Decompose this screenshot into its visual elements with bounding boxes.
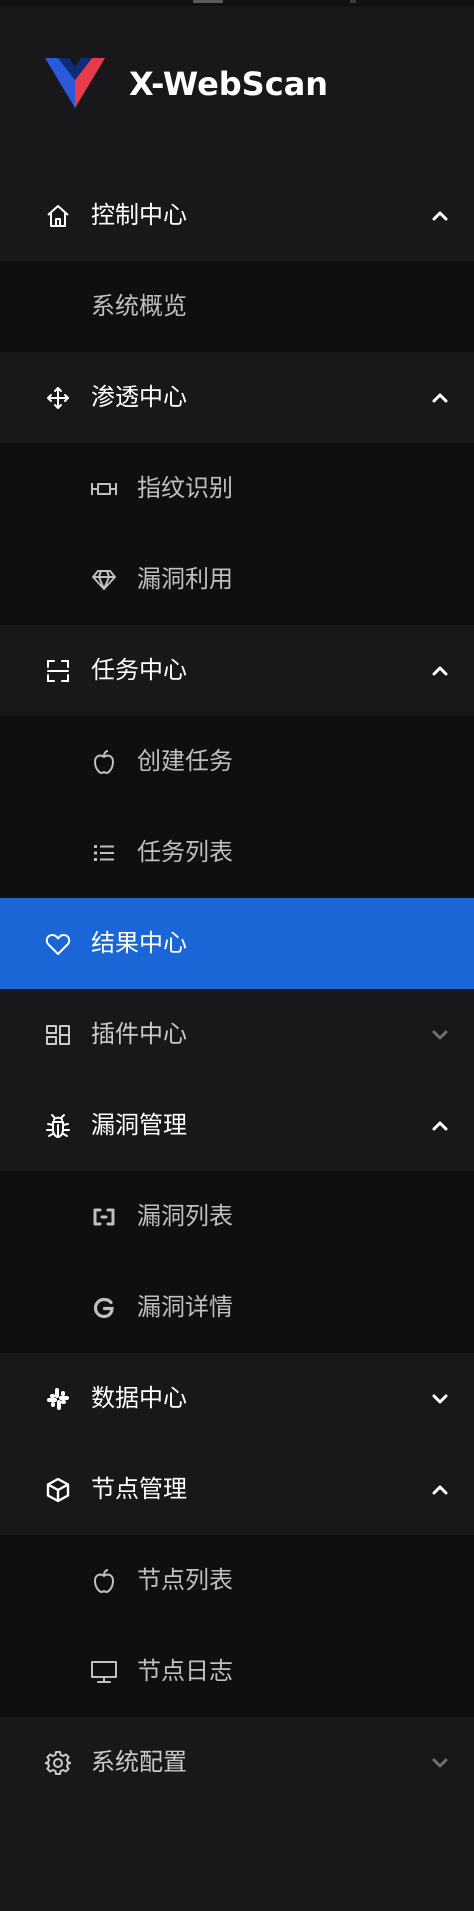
submenu-task-list[interactable]: 任务列表 [0, 807, 474, 898]
menu-data-center[interactable]: 数据中心 [0, 1353, 474, 1444]
chevron-up-icon [432, 211, 448, 221]
submenu-vuln-detail-label: 漏洞详情 [137, 1293, 233, 1321]
brand-name: X-WebScan [129, 65, 329, 103]
submenu-task-list-label: 任务列表 [137, 838, 233, 866]
scan-frame-icon [44, 657, 72, 685]
sidebar: X-WebScan 控制中心 系统概览 渗透中心 指纹识别 漏洞利用 任务中心 … [0, 0, 474, 1911]
home-icon [44, 202, 72, 230]
bug-icon [44, 1112, 72, 1140]
submenu-vuln-exploit-label: 漏洞利用 [137, 565, 233, 593]
submenu-node-list[interactable]: 节点列表 [0, 1535, 474, 1626]
menu-control-center[interactable]: 控制中心 [0, 170, 474, 261]
chevron-up-icon [432, 1485, 448, 1495]
menu-system-config-label: 系统配置 [91, 1748, 187, 1776]
chevron-up-icon [432, 666, 448, 676]
menu-task-center[interactable]: 任务中心 [0, 625, 474, 716]
menu-data-center-label: 数据中心 [91, 1384, 187, 1412]
brand-header[interactable]: X-WebScan [0, 36, 474, 128]
chevron-down-icon [432, 1030, 448, 1040]
list-icon [90, 839, 118, 867]
submenu-system-overview[interactable]: 系统概览 [0, 261, 474, 352]
menu-penetration-center-label: 渗透中心 [91, 383, 187, 411]
slack-icon [44, 1385, 72, 1413]
menu-task-center-label: 任务中心 [91, 656, 187, 684]
submenu-vuln-exploit[interactable]: 漏洞利用 [0, 534, 474, 625]
submenu-node-log-label: 节点日志 [137, 1657, 233, 1685]
move-arrows-icon [44, 384, 72, 412]
menu-node-management[interactable]: 节点管理 [0, 1444, 474, 1535]
submenu-create-task[interactable]: 创建任务 [0, 716, 474, 807]
column-width-icon [90, 475, 118, 503]
submenu-vuln-list-label: 漏洞列表 [137, 1202, 233, 1230]
submenu-fingerprint[interactable]: 指纹识别 [0, 443, 474, 534]
chevron-up-icon [432, 393, 448, 403]
desktop-icon [90, 1658, 118, 1686]
chevron-down-icon [432, 1394, 448, 1404]
submenu-fingerprint-label: 指纹识别 [137, 474, 233, 502]
submenu-create-task-label: 创建任务 [137, 747, 233, 775]
apple-icon [90, 748, 118, 776]
brand-logo-icon [45, 58, 105, 108]
menu-vuln-management[interactable]: 漏洞管理 [0, 1080, 474, 1171]
sidebar-menu: 控制中心 系统概览 渗透中心 指纹识别 漏洞利用 任务中心 创建任务 任务列表 … [0, 170, 474, 1808]
submenu-system-overview-label: 系统概览 [91, 292, 187, 320]
windows-grid-icon [44, 1021, 72, 1049]
menu-plugin-center-label: 插件中心 [91, 1020, 187, 1048]
gear-icon [44, 1749, 72, 1777]
chevron-up-icon [432, 1121, 448, 1131]
heart-icon [44, 930, 72, 958]
menu-plugin-center[interactable]: 插件中心 [0, 989, 474, 1080]
menu-result-center[interactable]: 结果中心 [0, 898, 474, 989]
cube-icon [44, 1476, 72, 1504]
menu-control-center-label: 控制中心 [91, 201, 187, 229]
submenu-node-log[interactable]: 节点日志 [0, 1626, 474, 1717]
chevron-down-icon [432, 1758, 448, 1768]
menu-system-config[interactable]: 系统配置 [0, 1717, 474, 1808]
app-window: X-WebScan 控制中心 系统概览 渗透中心 指纹识别 漏洞利用 任务中心 … [0, 0, 474, 1911]
submenu-vuln-list[interactable]: 漏洞列表 [0, 1171, 474, 1262]
menu-result-center-label: 结果中心 [91, 929, 187, 957]
submenu-node-list-label: 节点列表 [137, 1566, 233, 1594]
diamond-icon [90, 566, 118, 594]
submenu-vuln-detail[interactable]: 漏洞详情 [0, 1262, 474, 1353]
menu-node-management-label: 节点管理 [91, 1475, 187, 1503]
apple-icon [90, 1567, 118, 1595]
menu-vuln-management-label: 漏洞管理 [91, 1111, 187, 1139]
menu-penetration-center[interactable]: 渗透中心 [0, 352, 474, 443]
google-icon [90, 1294, 118, 1322]
brackets-icon [90, 1203, 118, 1231]
